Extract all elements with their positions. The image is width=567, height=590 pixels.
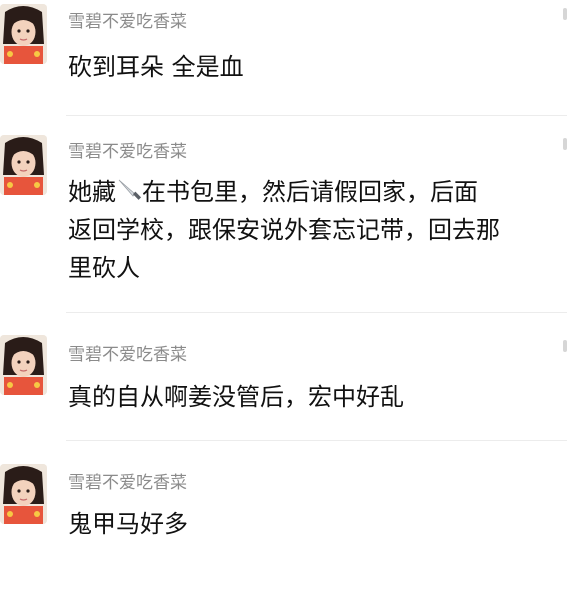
comment-item: 雪碧不爱吃香菜 真的自从啊姜没管后，宏中好乱 [0,330,567,440]
username[interactable]: 雪碧不爱吃香菜 [68,141,187,163]
username[interactable]: 雪碧不爱吃香菜 [68,344,187,366]
divider [66,115,567,116]
username[interactable]: 雪碧不爱吃香菜 [68,11,187,33]
avatar[interactable] [0,464,47,524]
comment-text: 砍到耳朵 全是血 [68,53,244,81]
comment-text-line: 里砍人 [68,254,140,282]
comment-text-part: 她藏 [68,178,116,206]
comment-text: 真的自从啊姜没管后，宏中好乱 [68,383,404,411]
comment-text-line: 她藏 在书包里，然后请假回家，后面 [68,174,478,210]
more-indicator[interactable] [563,138,567,150]
divider [66,312,567,313]
avatar[interactable] [0,335,47,395]
comment-item: 雪碧不爱吃香菜 砍到耳朵 全是血 [0,0,567,110]
comment-text-line: 返回学校，跟保安说外套忘记带，回去那 [68,216,500,244]
avatar[interactable] [0,135,47,195]
divider [66,440,567,441]
comment-text-part: 在书包里，然后请假回家，后面 [142,178,478,206]
avatar[interactable] [0,4,47,64]
comment-text: 鬼甲马好多 [68,510,188,538]
comment-item: 雪碧不爱吃香菜 鬼甲马好多 [0,460,567,570]
more-indicator[interactable] [563,340,567,352]
more-indicator[interactable] [563,8,567,20]
comment-item: 雪碧不爱吃香菜 她藏 在书包里，然后请假回家，后面 返回学校，跟保安说外套忘记带… [0,130,567,300]
username[interactable]: 雪碧不爱吃香菜 [68,472,187,494]
knife-icon [116,177,142,203]
